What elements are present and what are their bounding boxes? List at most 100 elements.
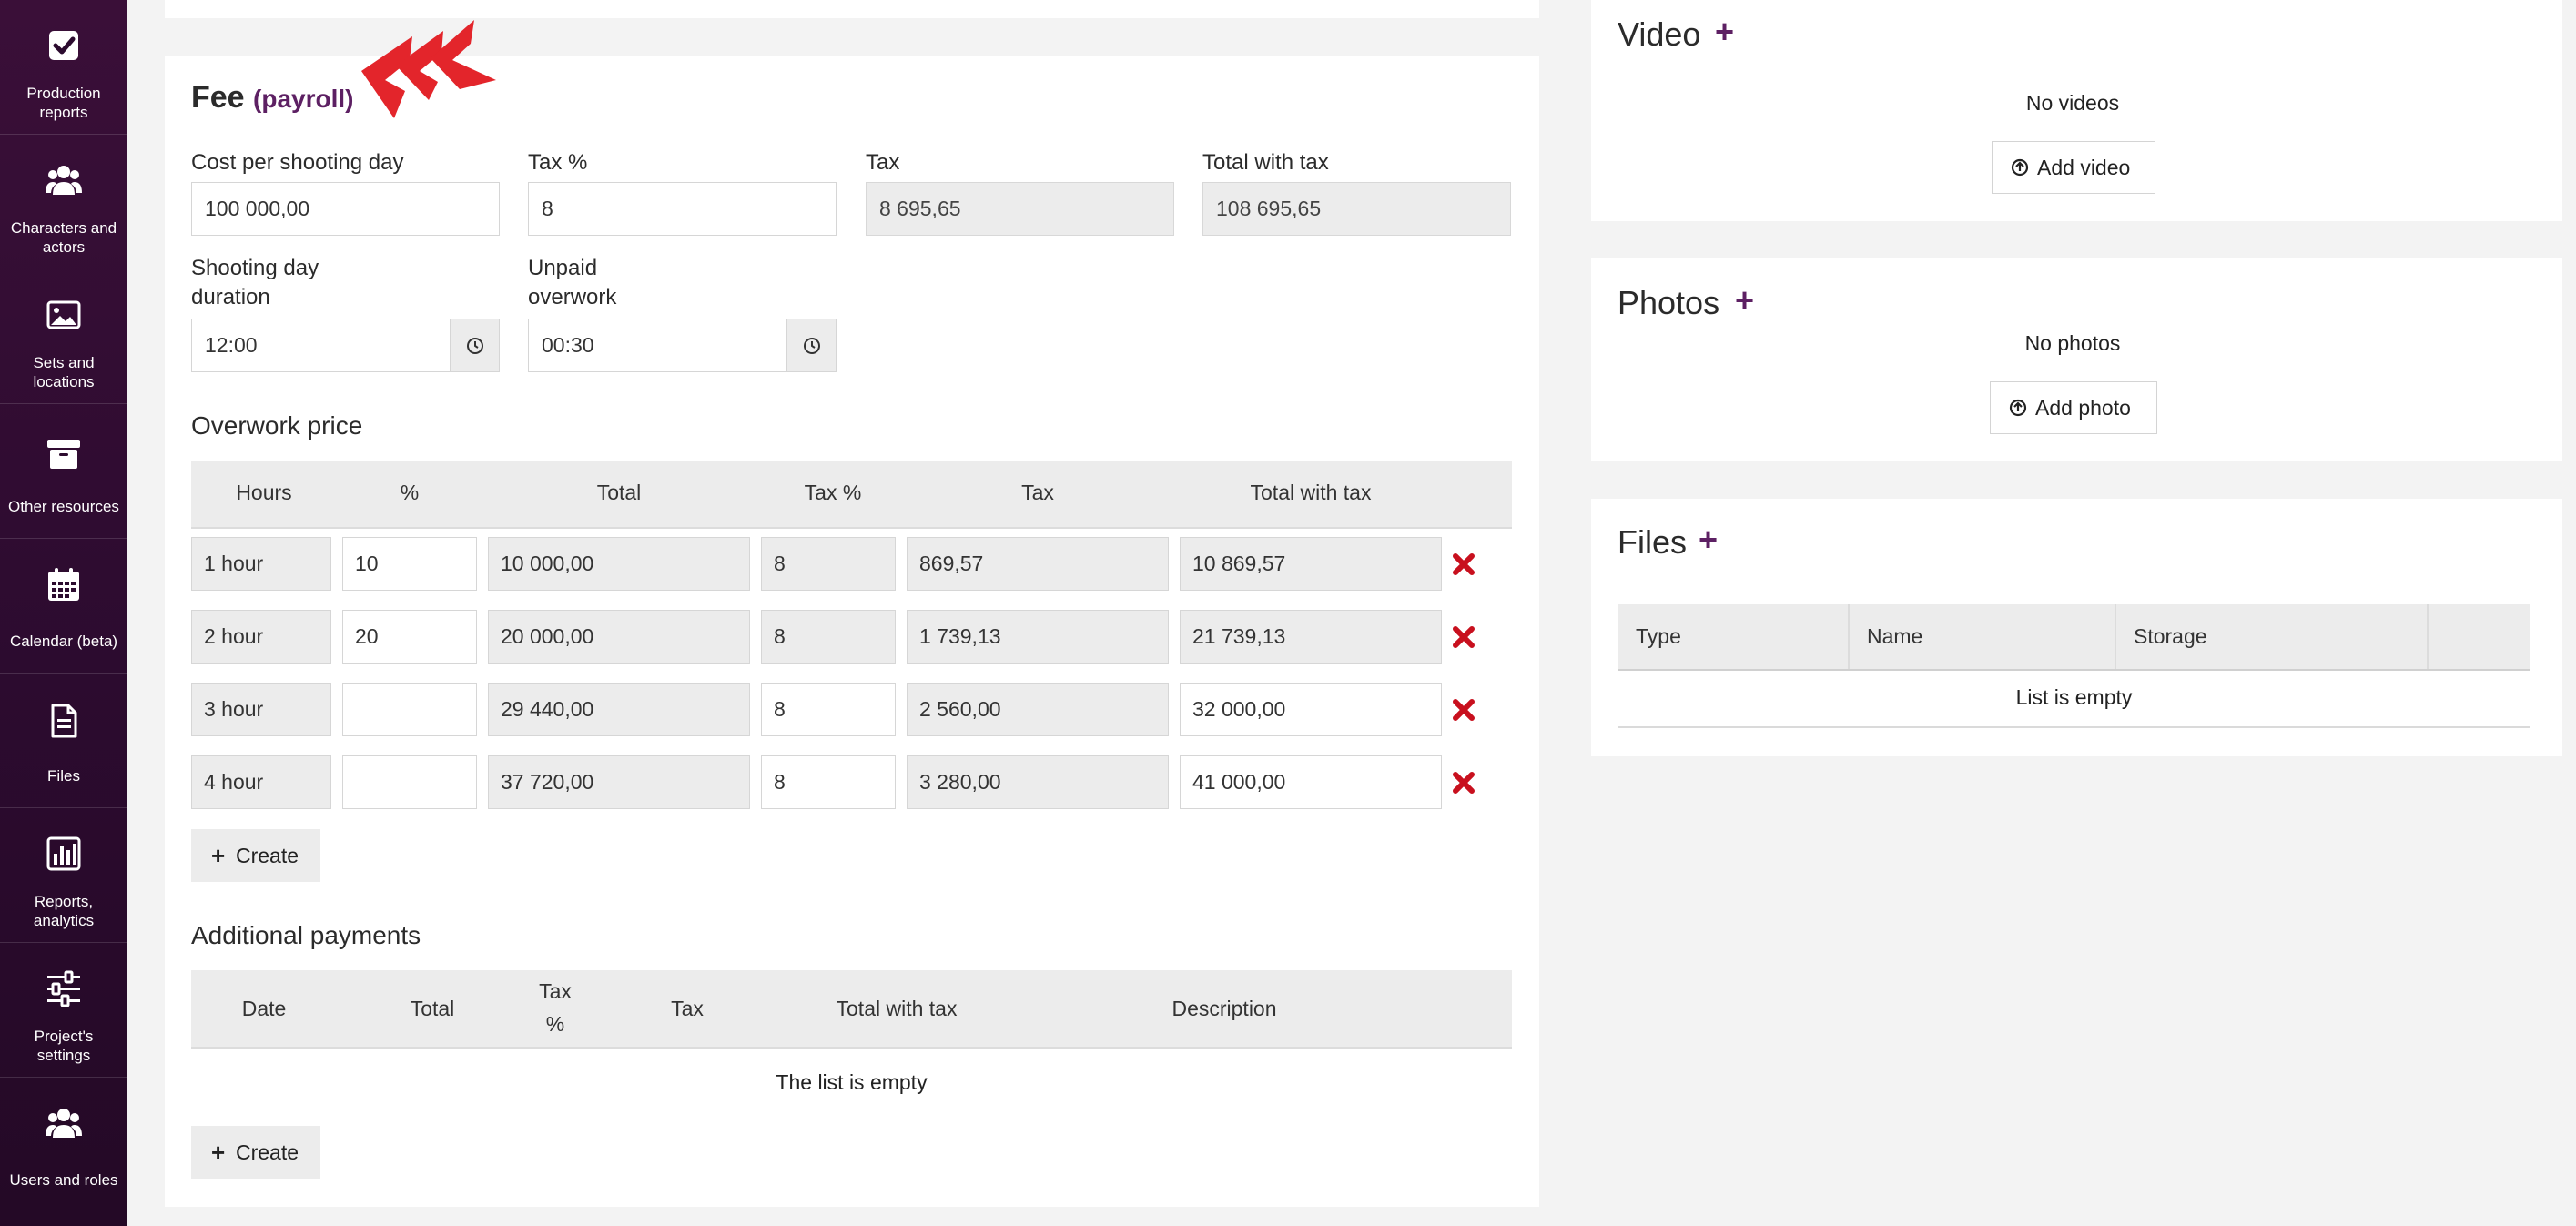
sidebar-item-label: Project's [34,1028,94,1045]
row-total-with-tax: 10 869,57 [1180,537,1442,591]
sidebar-item-production-reports[interactable]: Production reports [0,0,127,135]
duration-clock-button[interactable] [450,319,500,372]
upload-icon [2011,158,2029,177]
col-total: Total [410,997,455,1020]
clock-icon [467,338,483,354]
delete-icon[interactable] [1452,552,1476,576]
files-empty-text: List is empty [2015,685,2133,709]
sidebar-item-reports-analytics[interactable]: Reports, analytics [0,808,127,943]
sidebar-item-label: Other resources [8,498,119,515]
row-total: 29 440,00 [488,683,750,736]
row-total-with-tax-input[interactable]: 32 000,00 [1180,683,1442,736]
row-total: 10 000,00 [488,537,750,591]
row-percent-input[interactable] [342,755,477,809]
sidebar-item-users-roles[interactable]: Users and roles [0,1078,127,1212]
sidebar-item-label: Reports, [34,893,94,910]
col-tax: Tax [671,997,704,1020]
row-percent-input[interactable] [342,683,477,736]
row-percent-input[interactable]: 10 [342,537,477,591]
col-name: Name [1867,624,1923,648]
overwork-title: Overwork price [191,411,363,440]
sidebar-item-characters-actors[interactable]: Characters and actors [0,135,127,269]
additional-payments-title: Additional payments [191,921,421,949]
col-date: Date [241,997,287,1020]
tax-percent-label: Tax % [528,150,588,175]
additional-empty-text: The list is empty [776,1070,928,1094]
users-icon [46,166,82,195]
photos-title: Photos [1618,284,1720,321]
row-tax-percent: 8 [761,537,896,591]
total-with-tax-value: 108 695,65 [1202,182,1511,236]
overwork-table-header: Hours % Total Tax % Tax Total with tax [191,461,1512,529]
row-tax-percent-input[interactable]: 8 [761,683,896,736]
calendar-icon [48,568,79,601]
users-icon [46,1109,82,1138]
create-payment-button[interactable]: + Create [191,1126,320,1179]
create-overwork-button[interactable]: + Create [191,829,320,882]
sidebar-item-project-settings[interactable]: Project's settings [0,943,127,1078]
video-empty-text: No videos [2025,91,2120,115]
sidebar-item-sets-locations[interactable]: Sets and locations [0,269,127,404]
create-label: Create [236,844,299,867]
row-hours: 1 hour [191,537,331,591]
add-photo-button[interactable]: Add photo [1990,381,2157,434]
row-total: 20 000,00 [488,610,750,664]
duration-label: duration [191,285,270,309]
add-video-button[interactable]: Add video [1992,141,2155,194]
col-total-with-tax: Total with tax [1250,481,1372,504]
fee-subtitle: (payroll) [253,85,354,113]
sliders-icon [47,970,80,1007]
col-tax-percent: Tax [539,979,572,1003]
shooting-duration-input[interactable]: 12:00 [191,319,451,372]
add-video-plus-icon[interactable]: + [1715,13,1734,51]
additional-table-header: Date Total Tax % Tax Total with tax Desc… [191,970,1512,1049]
clock-icon [804,338,820,354]
previous-card [165,0,1539,18]
files-table-divider [1618,726,2530,728]
delete-icon[interactable] [1452,771,1476,795]
unpaid-label: Unpaid [528,256,598,280]
cost-label: Cost per shooting day [191,150,404,175]
row-tax-percent-input[interactable]: 8 [761,755,896,809]
create-label: Create [236,1140,299,1164]
unpaid-clock-button[interactable] [786,319,837,372]
row-hours: 4 hour [191,755,331,809]
unpaid-overwork-input[interactable]: 00:30 [528,319,787,372]
sidebar-item-label: analytics [33,912,95,929]
row-tax: 1 739,13 [907,610,1169,664]
sidebar-item-files[interactable]: Files [0,674,127,808]
row-total-with-tax: 21 739,13 [1180,610,1442,664]
file-icon [51,704,77,738]
col-storage: Storage [2134,624,2207,648]
sidebar-item-label: settings [36,1047,91,1064]
row-percent-input[interactable]: 20 [342,610,477,664]
image-icon [46,300,81,329]
tax-percent-input[interactable]: 8 [528,182,837,236]
sidebar-item-label: Calendar (beta) [9,633,118,650]
add-video-label: Add video [2037,156,2131,179]
add-photo-plus-icon[interactable]: + [1735,281,1754,319]
upload-icon [2009,399,2027,417]
cost-per-day-input[interactable]: 100 000,00 [191,182,500,236]
col-tax-percent: Tax % [804,481,862,504]
sidebar-item-calendar[interactable]: Calendar (beta) [0,539,127,674]
row-total-with-tax-input[interactable]: 41 000,00 [1180,755,1442,809]
row-hours: 3 hour [191,683,331,736]
delete-icon[interactable] [1452,698,1476,722]
sidebar-item-label: Users and roles [9,1171,118,1189]
add-photo-label: Add photo [2035,396,2131,420]
col-tax-percent-sign: % [545,1012,565,1036]
add-file-plus-icon[interactable]: + [1699,521,1718,559]
row-hours: 2 hour [191,610,331,664]
red-arrow-annotation-icon [361,20,496,118]
col-description: Description [1171,997,1277,1020]
delete-icon[interactable] [1452,625,1476,649]
archive-icon [47,440,80,469]
row-tax-percent: 8 [761,610,896,664]
photos-empty-text: No photos [2024,331,2121,355]
files-table-header: Type Name Storage [1618,604,2530,671]
col-hours: Hours [236,481,292,504]
sidebar-item-other-resources[interactable]: Other resources [0,404,127,539]
bar-chart-icon [46,836,81,871]
sidebar-item-label: Files [47,767,80,785]
